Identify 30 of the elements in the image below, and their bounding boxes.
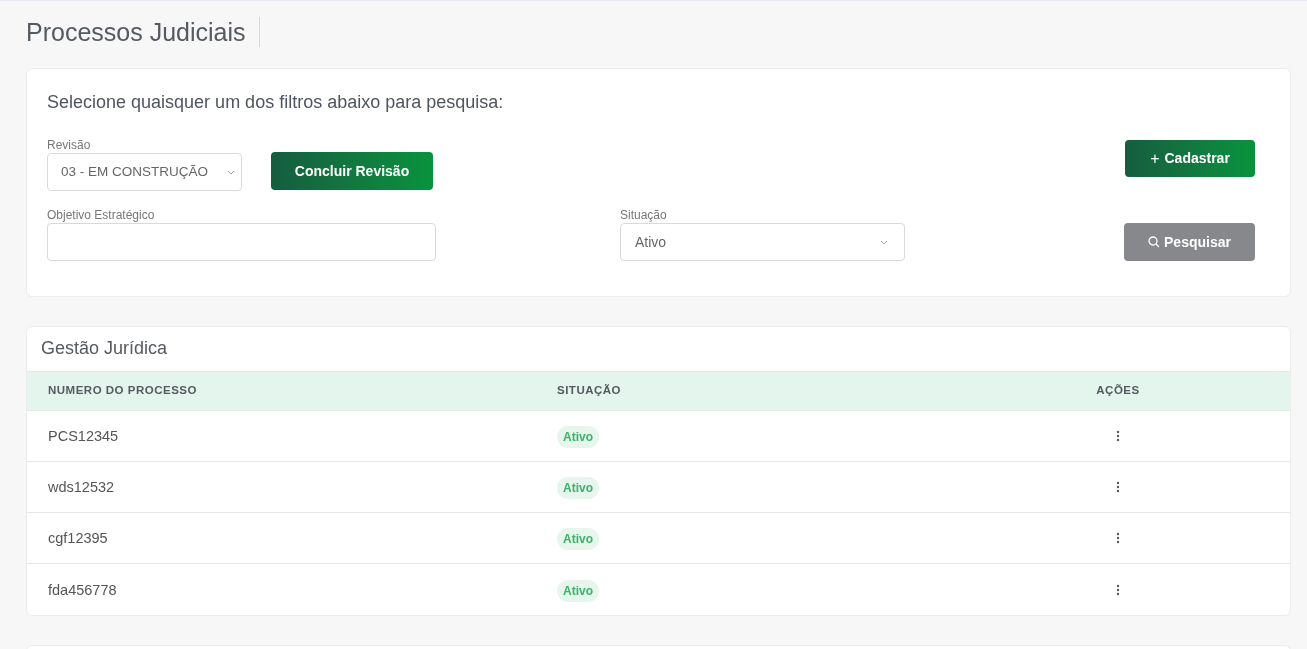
column-header: AÇÕES bbox=[1095, 383, 1141, 399]
revision-select[interactable]: 03 - EM CONSTRUÇÃO bbox=[47, 153, 242, 191]
objective-input[interactable] bbox=[47, 223, 436, 261]
situation-select[interactable]: Ativo bbox=[620, 223, 905, 261]
filter-heading: Selecione quaisquer um dos filtros abaixo para pesquisa: bbox=[47, 91, 505, 113]
process-number: PCS12345 bbox=[48, 428, 119, 444]
more-options-icon[interactable] bbox=[1116, 583, 1120, 596]
more-options-icon[interactable] bbox=[1116, 481, 1120, 493]
field-label: Objetivo Estratégico bbox=[47, 207, 156, 221]
status-badge: Ativo bbox=[557, 528, 599, 550]
more-options-icon[interactable] bbox=[1116, 430, 1120, 442]
status-badge: Ativo bbox=[557, 426, 599, 448]
status-badge: Ativo bbox=[557, 579, 599, 602]
field-label: Revisão bbox=[47, 137, 92, 151]
chevron-down-icon bbox=[227, 169, 235, 175]
search-icon bbox=[1148, 236, 1161, 248]
page-title: Processos Judiciais bbox=[26, 17, 260, 47]
create-button[interactable]: + Cadastrar bbox=[1125, 140, 1255, 177]
status-badge: Ativo bbox=[557, 477, 599, 499]
process-number: fda456778 bbox=[48, 581, 117, 598]
field-label: Situação bbox=[620, 207, 668, 221]
more-options-icon[interactable] bbox=[1116, 532, 1120, 544]
table-title: Gestão Jurídica bbox=[40, 337, 169, 360]
process-number: wds12532 bbox=[48, 479, 115, 495]
chevron-down-icon bbox=[880, 239, 888, 245]
column-header: SITUAÇÃO bbox=[557, 383, 623, 399]
column-header: NUMERO DO PROCESSO bbox=[47, 383, 198, 399]
search-button[interactable]: Pesquisar bbox=[1124, 223, 1255, 261]
process-number: cgf12395 bbox=[48, 530, 108, 546]
conclude-button[interactable]: Concluir Revisão bbox=[271, 152, 433, 190]
